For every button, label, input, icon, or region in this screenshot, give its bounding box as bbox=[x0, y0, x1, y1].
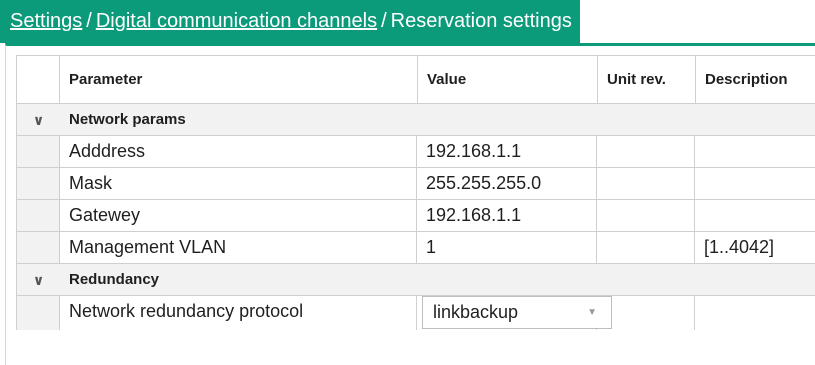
parameter-cell: Mask bbox=[60, 168, 417, 199]
parameters-grid: Parameter Value Unit rev. Description ∨ … bbox=[16, 55, 815, 330]
breadcrumb-separator: / bbox=[381, 10, 387, 32]
description-cell bbox=[695, 168, 815, 199]
table-row[interactable]: Network redundancy protocol bbox=[17, 296, 815, 330]
parameter-cell: Network redundancy protocol bbox=[60, 296, 417, 330]
description-cell bbox=[695, 136, 815, 167]
table-row[interactable]: Mask 255.255.255.0 bbox=[17, 168, 815, 200]
unit-cell bbox=[597, 232, 695, 263]
unit-cell bbox=[597, 136, 695, 167]
column-header-description[interactable]: Description bbox=[696, 56, 815, 103]
column-header-unit[interactable]: Unit rev. bbox=[598, 56, 696, 103]
parameter-cell: Management VLAN bbox=[60, 232, 417, 263]
value-cell[interactable]: 255.255.255.0 bbox=[417, 168, 597, 199]
row-indent-cell bbox=[17, 200, 60, 231]
row-indent-cell bbox=[17, 232, 60, 263]
group-title-redundancy: Redundancy bbox=[69, 270, 160, 288]
row-indent-cell bbox=[17, 136, 60, 167]
chevron-down-icon[interactable]: ∨ bbox=[17, 264, 60, 296]
redundancy-protocol-selected-value: linkbackup bbox=[433, 302, 519, 322]
table-row[interactable]: Management VLAN 1 [1..4042] bbox=[17, 232, 815, 264]
redundancy-row-wrap: Network redundancy protocol linkbackup ▼ bbox=[17, 296, 815, 330]
parameter-cell: Gatewey bbox=[60, 200, 417, 231]
description-cell bbox=[695, 296, 815, 330]
row-indent-cell bbox=[17, 168, 60, 199]
value-cell[interactable]: 1 bbox=[417, 232, 597, 263]
unit-cell bbox=[597, 168, 695, 199]
breadcrumb-digital-channels-link[interactable]: Digital communication channels bbox=[96, 10, 377, 32]
description-cell bbox=[695, 200, 815, 231]
row-indent-cell bbox=[17, 296, 60, 330]
breadcrumb: Settings / Digital communication channels /… bbox=[0, 0, 580, 43]
parameter-cell: Adddress bbox=[60, 136, 417, 167]
chevron-down-icon[interactable]: ∨ bbox=[17, 104, 60, 136]
breadcrumb-current-page: Reservation settings bbox=[390, 10, 572, 32]
table-row[interactable]: Gatewey 192.168.1.1 bbox=[17, 200, 815, 232]
table-row[interactable]: Adddress 192.168.1.1 bbox=[17, 136, 815, 168]
breadcrumb-separator: / bbox=[86, 10, 92, 32]
value-cell[interactable]: 192.168.1.1 bbox=[417, 136, 597, 167]
settings-panel: Parameter Value Unit rev. Description ∨ … bbox=[5, 43, 815, 365]
breadcrumb-settings-link[interactable]: Settings bbox=[10, 10, 82, 32]
unit-cell bbox=[597, 200, 695, 231]
description-cell: [1..4042] bbox=[704, 237, 775, 257]
column-header-parameter[interactable]: Parameter bbox=[60, 56, 418, 103]
column-header-value[interactable]: Value bbox=[418, 56, 598, 103]
value-cell[interactable]: 192.168.1.1 bbox=[417, 200, 597, 231]
dropdown-arrow-icon[interactable]: ▼ bbox=[587, 297, 597, 328]
header-toggle-cell bbox=[17, 56, 60, 103]
group-title-network-params: Network params bbox=[69, 110, 186, 128]
group-row-redundancy[interactable]: ∨ Redundancy bbox=[17, 264, 815, 296]
grid-header-row: Parameter Value Unit rev. Description bbox=[17, 55, 815, 104]
redundancy-protocol-select[interactable]: linkbackup ▼ bbox=[422, 296, 612, 329]
group-row-network-params[interactable]: ∨ Network params bbox=[17, 104, 815, 136]
